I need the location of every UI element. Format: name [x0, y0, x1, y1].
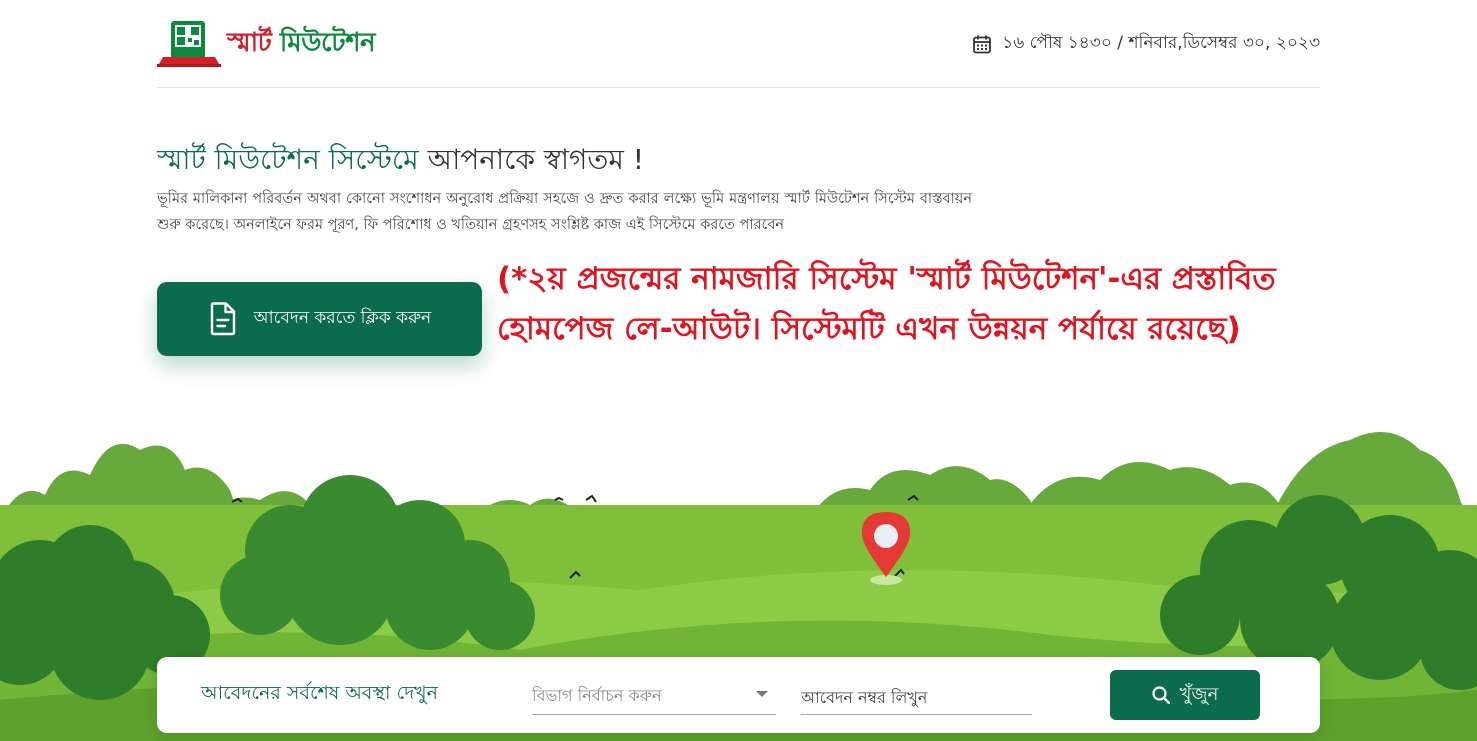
logo-text-green: মিউটেশন	[271, 28, 376, 58]
application-number-input[interactable]	[801, 677, 1032, 715]
document-icon	[210, 302, 235, 336]
chevron-down-icon	[756, 691, 768, 697]
apply-button-label: আবেদন করতে ক্লিক করুন	[253, 308, 432, 328]
site-logo[interactable]: স্মার্ট মিউটেশন	[157, 18, 375, 70]
welcome-title: স্মার্ট মিউটেশন সিস্টেমে আপনাকে স্বাগতম …	[157, 138, 644, 185]
search-button-label: খুঁজুন	[1179, 683, 1219, 705]
logo-text-red: স্মার্ট	[227, 28, 272, 58]
apply-button[interactable]: আবেদন করতে ক্লিক করুন	[157, 282, 482, 356]
status-search-bar: আবেদনের সর্বশেষ অবস্থা দেখুন বিভাগ নির্ব…	[157, 657, 1320, 733]
search-icon	[1152, 686, 1170, 704]
notice-line-1: (*২য় প্রজন্মের নামজারি সিস্টেম 'স্মার্ট…	[497, 261, 1276, 297]
laptop-logo-icon	[157, 19, 221, 69]
search-button[interactable]: খুঁজুন	[1110, 670, 1260, 720]
division-select-placeholder: বিভাগ নির্বাচন করুন	[532, 686, 662, 705]
status-search-label: আবেদনের সর্বশেষ অবস্থা দেখুন	[201, 682, 439, 704]
welcome-title-rest: আপনাকে স্বাগতম !	[418, 143, 645, 176]
logo-text: স্মার্ট মিউটেশন	[227, 22, 375, 66]
site-header: স্মার্ট মিউটেশন ১৬ পৌষ ১৪৩০ / শনিবার,ডিস…	[157, 18, 1320, 88]
calendar-icon	[973, 35, 992, 54]
date-text: ১৬ পৌষ ১৪৩০ / শনিবার,ডিসেম্বর ৩০, ২০২৩	[1002, 33, 1320, 53]
header-date: ১৬ পৌষ ১৪৩০ / শনিবার,ডিসেম্বর ৩০, ২০২৩	[972, 30, 1320, 58]
notice-line-2: হোমপেজ লে-আউট। সিস্টেমটি এখন উন্নয়ন পর্…	[497, 311, 1241, 347]
welcome-title-highlight: স্মার্ট মিউটেশন সিস্টেমে	[157, 143, 419, 176]
division-select[interactable]: বিভাগ নির্বাচন করুন	[532, 677, 776, 715]
welcome-description: ভূমির মালিকানা পরিবর্তন অথবা কোনো সংশোধন…	[157, 191, 972, 233]
development-notice: (*২য় প্রজন্মের নামজারি সিস্টেম 'স্মার্ট…	[497, 254, 1437, 354]
